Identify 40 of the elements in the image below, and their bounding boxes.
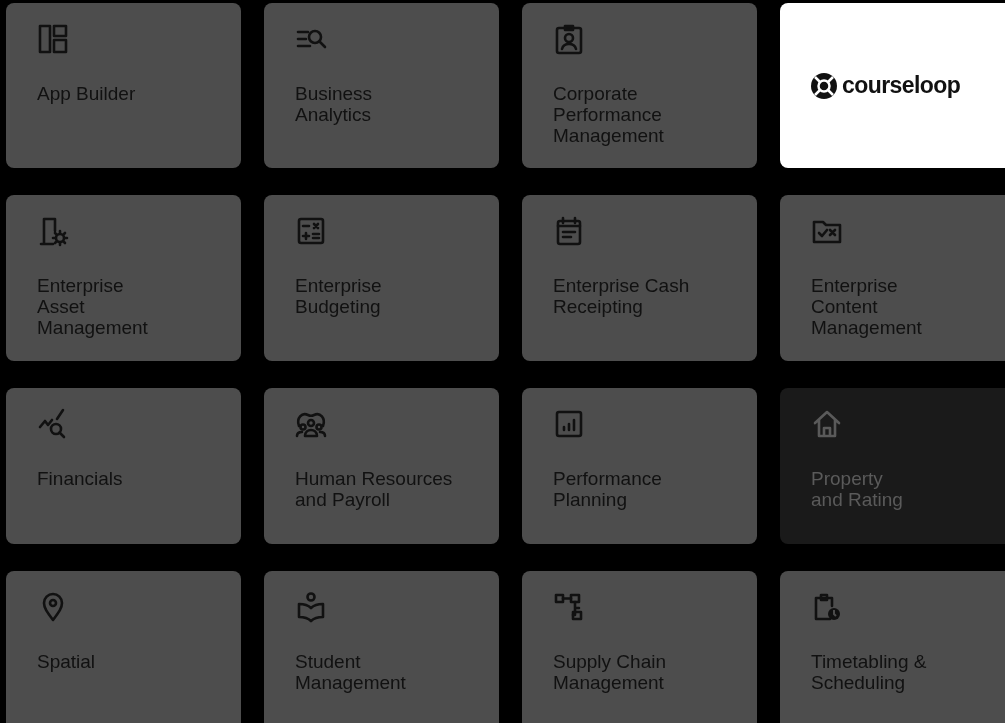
app-label: Student Management bbox=[295, 651, 406, 693]
app-label: Property and Rating bbox=[811, 468, 903, 510]
app-label: Spatial bbox=[37, 651, 96, 672]
logo-text: courseloop bbox=[842, 71, 961, 101]
house-icon bbox=[811, 408, 843, 440]
layout-icon bbox=[37, 23, 69, 55]
app-tile[interactable]: Human Resources and Payroll bbox=[264, 388, 499, 544]
app-label: Supply Chain Management bbox=[553, 651, 667, 693]
app-tile[interactable]: Student Management bbox=[264, 571, 499, 723]
app-label: App Builder bbox=[37, 83, 136, 104]
app-tile[interactable]: Timetabling & Scheduling bbox=[780, 571, 1005, 723]
app-tile[interactable]: Financials bbox=[6, 388, 241, 544]
app-tile[interactable]: Business Analytics bbox=[264, 3, 499, 168]
app-tile[interactable]: Enterprise Content Management bbox=[780, 195, 1005, 361]
hierarchy-icon bbox=[553, 591, 585, 623]
app-label: Human Resources and Payroll bbox=[295, 468, 453, 510]
app-tile[interactable]: Spatial bbox=[6, 571, 241, 723]
app-tile[interactable]: App Builder bbox=[6, 3, 241, 168]
app-label: Enterprise Content Management bbox=[811, 275, 922, 338]
bar-chart-icon bbox=[553, 408, 585, 440]
calculator-icon bbox=[295, 215, 327, 247]
app-label: Enterprise Cash Receipting bbox=[553, 275, 690, 317]
app-tile[interactable]: Performance Planning bbox=[522, 388, 757, 544]
app-label: Enterprise Asset Management bbox=[37, 275, 148, 338]
app-tile[interactable]: Corporate Performance Management bbox=[522, 3, 757, 168]
app-label: Performance Planning bbox=[553, 468, 662, 510]
logo-tile[interactable]: courseloop bbox=[780, 3, 1005, 168]
app-tile[interactable]: Supply Chain Management bbox=[522, 571, 757, 723]
app-label: Corporate Performance Management bbox=[553, 83, 664, 146]
app-label: Financials bbox=[37, 468, 123, 489]
app-tile[interactable]: Enterprise Cash Receipting bbox=[522, 195, 757, 361]
app-tile[interactable]: Enterprise Budgeting bbox=[264, 195, 499, 361]
app-label: Timetabling & Scheduling bbox=[811, 651, 927, 693]
logo-icon bbox=[810, 71, 838, 100]
building-gear-icon bbox=[37, 215, 69, 247]
app-label: Enterprise Budgeting bbox=[295, 275, 382, 317]
app-label: Business Analytics bbox=[295, 83, 373, 125]
id-badge-icon bbox=[553, 23, 585, 55]
app-tile[interactable]: Enterprise Asset Management bbox=[6, 195, 241, 361]
student-book-icon bbox=[295, 591, 327, 623]
